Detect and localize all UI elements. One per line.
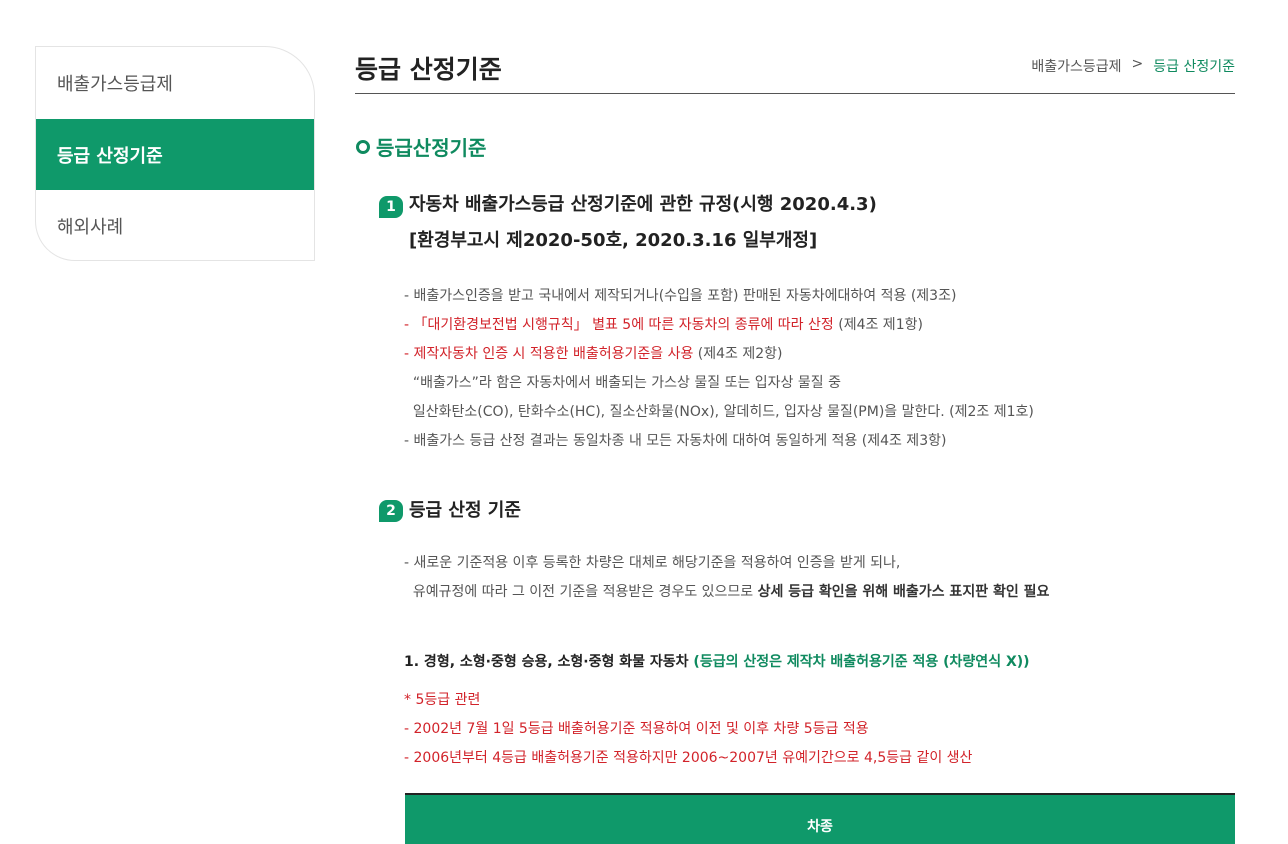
breadcrumb-home-link[interactable]: 배출가스등급제	[1031, 56, 1121, 76]
block1-heading: 1 자동차 배출가스등급 산정기준에 관한 규정(시행 2020.4.3) [환…	[379, 194, 877, 257]
header-divider	[355, 93, 1235, 94]
list-item: - 「대기환경보전법 시행규칙」 별표 5에 따른 자동차의 종류에 따라 산정…	[404, 317, 923, 333]
list-item: - 배출가스인증을 받고 국내에서 제작되거나(수입을 포함) 판매된 자동차에…	[404, 288, 957, 304]
list-item: “배출가스”라 함은 자동차에서 배출되는 가스상 물질 또는 입자상 물질 중	[404, 375, 841, 391]
subsection-note: (등급의 산정은 제작차 배출허용기준 적용 (차량연식 X))	[693, 654, 1030, 670]
section-title-text: 등급산정기준	[376, 136, 487, 160]
breadcrumb-current: 등급 산정기준	[1153, 59, 1235, 75]
list-item: * 5등급 관련	[404, 692, 481, 708]
block1-title: 자동차 배출가스등급 산정기준에 관한 규정(시행 2020.4.3) [환경부…	[409, 194, 877, 257]
list-item: 일산화탄소(CO), 탄화수소(HC), 질소산화물(NOx), 알데히드, 입…	[404, 404, 1034, 420]
list-item: - 제작자동차 인증 시 적용한 배출허용기준을 사용 (제4조 제2항)	[404, 346, 783, 362]
list-item: - 2006년부터 4등급 배출허용기준 적용하지만 2006~2007년 유예…	[404, 750, 973, 766]
list-item: - 배출가스 등급 산정 결과는 동일차종 내 모든 자동차에 대하여 동일하게…	[404, 433, 947, 449]
block1-list: - 배출가스인증을 받고 국내에서 제작되거나(수입을 포함) 판매된 자동차에…	[404, 282, 1034, 456]
sidebar-item-label: 배출가스등급제	[57, 74, 173, 95]
sidebar-item-label: 등급 산정기준	[57, 145, 163, 167]
number-badge: 1	[379, 196, 403, 218]
number-badge: 2	[379, 500, 403, 522]
ring-bullet-icon	[356, 139, 370, 154]
list-item: 유예규정에 따라 그 이전 기준을 적용받은 경우도 있으므로 상세 등급 확인…	[404, 584, 1050, 600]
block1-title-line2: [환경부고시 제2020-50호, 2020.3.16 일부개정]	[409, 230, 818, 251]
breadcrumb-separator: >	[1131, 56, 1144, 72]
subsection-notes: * 5등급 관련 - 2002년 7월 1일 5등급 배출허용기준 적용하여 이…	[404, 686, 972, 773]
block2-title: 등급 산정 기준	[409, 500, 521, 521]
sidebar-item-grade-criteria[interactable]: 등급 산정기준	[36, 119, 314, 190]
section-title: 등급산정기준	[356, 132, 486, 161]
subsection-title: 1. 경형, 소형·중형 승용, 소형·중형 화물 자동차 (등급의 산정은 제…	[404, 654, 1030, 670]
sidebar-item-emission-grade[interactable]: 배출가스등급제	[36, 47, 314, 119]
sidebar-item-overseas-cases[interactable]: 해외사례	[36, 190, 314, 260]
page-title: 등급 산정기준	[355, 55, 502, 84]
sidebar: 배출가스등급제 등급 산정기준 해외사례	[35, 46, 315, 261]
block2-heading: 2 등급 산정 기준	[379, 498, 521, 527]
table-header-vehicle-type: 차종	[405, 793, 1235, 844]
list-item: - 2002년 7월 1일 5등급 배출허용기준 적용하여 이전 및 이후 차량…	[404, 721, 869, 737]
table-header-label: 차종	[807, 819, 833, 835]
sidebar-item-label: 해외사례	[57, 216, 124, 238]
breadcrumb: 배출가스등급제 > 등급 산정기준	[1031, 56, 1235, 76]
block1-title-line1: 자동차 배출가스등급 산정기준에 관한 규정(시행 2020.4.3)	[409, 194, 877, 215]
list-item: - 새로운 기준적용 이후 등록한 차량은 대체로 해당기준을 적용하여 인증을…	[404, 555, 901, 571]
block2-list: - 새로운 기준적용 이후 등록한 차량은 대체로 해당기준을 적용하여 인증을…	[404, 549, 1049, 607]
